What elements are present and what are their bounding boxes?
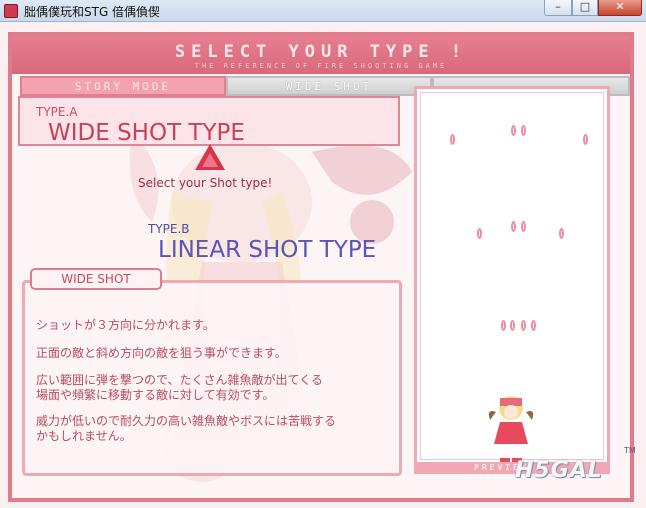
bullet-sprite bbox=[511, 221, 516, 232]
bullet-sprite bbox=[510, 320, 515, 331]
maximize-button[interactable]: □ bbox=[572, 0, 598, 16]
bullet-sprite bbox=[477, 228, 482, 239]
type-a-label: TYPE.A bbox=[36, 105, 78, 119]
bullet-sprite bbox=[501, 320, 506, 331]
description-line: かもしれません。 bbox=[36, 429, 132, 443]
bullet-sprite bbox=[531, 320, 536, 331]
header-subtitle: THE REFERENCE OF FIRE SHOOTING GAME bbox=[194, 62, 448, 70]
player-character-sprite bbox=[488, 396, 534, 464]
watermark-trademark: TM bbox=[624, 446, 636, 455]
game-screen: SELECT YOUR TYPE ! THE REFERENCE OF FIRE… bbox=[0, 22, 646, 508]
select-hint: Select your Shot type! bbox=[138, 176, 273, 190]
app-icon[interactable] bbox=[4, 4, 18, 18]
menu-header: SELECT YOUR TYPE ! THE REFERENCE OF FIRE… bbox=[12, 36, 630, 74]
arrow-highlight bbox=[202, 153, 218, 167]
bullet-sprite bbox=[521, 221, 526, 232]
bullet-sprite bbox=[450, 134, 455, 145]
tab-story-mode[interactable]: STORY MODE bbox=[20, 76, 226, 96]
site-watermark: H5GAL bbox=[515, 458, 603, 483]
bullet-sprite bbox=[559, 228, 564, 239]
description-line: 場面や頻繁に移動する敵に対して有効です。 bbox=[36, 388, 275, 402]
window-title: 朏偊僕玩和STG 偣偊偩偰 bbox=[24, 5, 161, 19]
description-label: WIDE SHOT bbox=[30, 268, 162, 290]
description-line: 正面の敵と斜め方向の敵を狙う事ができます。 bbox=[36, 346, 287, 360]
header-title: SELECT YOUR TYPE ! bbox=[174, 42, 468, 62]
bullet-sprite bbox=[511, 125, 516, 136]
bullet-sprite bbox=[583, 134, 588, 145]
bullet-sprite bbox=[521, 320, 526, 331]
close-button[interactable]: ✕ bbox=[598, 0, 642, 16]
window-titlebar[interactable]: 朏偊僕玩和STG 偣偊偩偰 – □ ✕ bbox=[0, 0, 646, 22]
type-b-name[interactable]: LINEAR SHOT TYPE bbox=[158, 237, 376, 263]
type-b-label: TYPE.B bbox=[148, 222, 190, 236]
minimize-button[interactable]: – bbox=[544, 0, 572, 16]
bullet-sprite bbox=[521, 125, 526, 136]
description-line: ショットが３方向に分かれます。 bbox=[36, 318, 215, 332]
tab-wide-shot[interactable]: WIDE SHOT bbox=[226, 76, 432, 96]
type-a-name[interactable]: WIDE SHOT TYPE bbox=[48, 120, 245, 146]
